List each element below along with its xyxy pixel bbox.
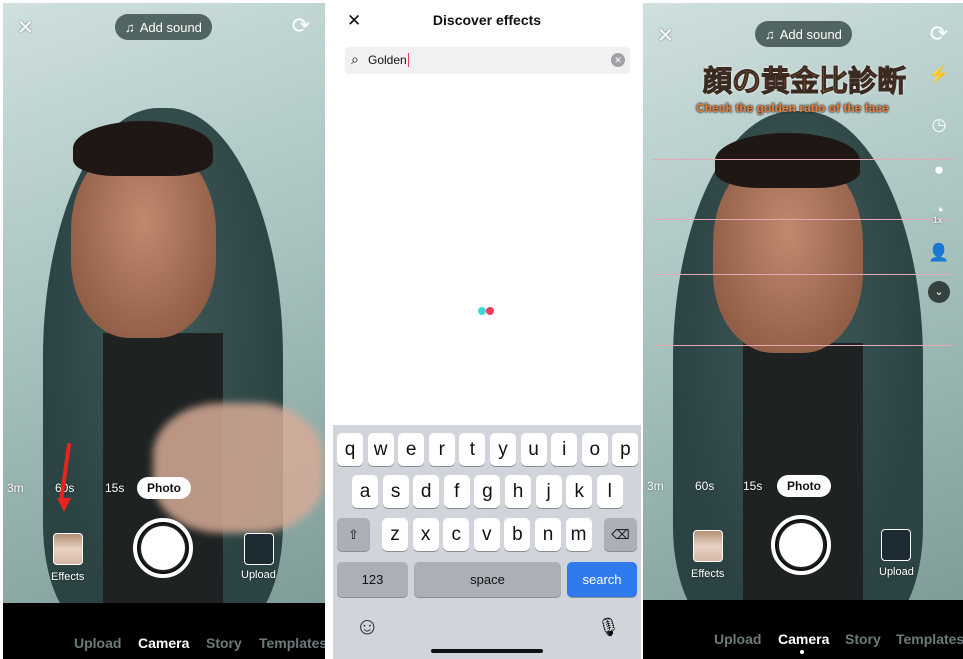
upload-label[interactable]: Upload (879, 566, 914, 578)
search-value: Golden (368, 53, 409, 67)
nav-story[interactable]: Story (845, 631, 881, 647)
active-nav-dot (800, 650, 804, 654)
key-u[interactable]: u (520, 433, 547, 466)
nav-templates[interactable]: Templates (259, 635, 325, 651)
duration-15s[interactable]: 15s (743, 479, 762, 493)
add-sound-button[interactable]: ♫ Add sound (115, 14, 212, 40)
guide-line (653, 219, 953, 220)
filters-icon[interactable]: ● (927, 160, 951, 180)
key-j[interactable]: j (535, 475, 562, 508)
duration-60s[interactable]: 60s (695, 479, 714, 493)
nav-story[interactable]: Story (206, 635, 242, 651)
photo-mode-button[interactable]: Photo (137, 477, 191, 499)
nav-upload[interactable]: Upload (714, 631, 761, 647)
nav-upload[interactable]: Upload (74, 635, 121, 651)
shutter-button[interactable] (133, 518, 193, 578)
home-indicator (431, 649, 543, 653)
page-title: Discover effects (432, 12, 542, 28)
guide-line (653, 274, 953, 275)
search-input[interactable]: ⌕ Golden ✕ (345, 47, 630, 74)
flip-camera-icon[interactable]: ⟳ (927, 21, 951, 47)
music-note-icon: ♫ (765, 26, 775, 42)
effect-title: 顔の黄金比診断 (702, 66, 907, 99)
red-arrow-head (57, 498, 71, 512)
microphone-icon[interactable]: 🎙 (597, 617, 620, 638)
key-s[interactable]: s (382, 475, 409, 508)
shift-key[interactable]: ⇧ (337, 518, 370, 551)
backspace-key[interactable]: ⌫ (604, 518, 637, 551)
key-k[interactable]: k (566, 475, 593, 508)
photo-mode-button[interactable]: Photo (777, 475, 831, 497)
emoji-icon[interactable]: ☺ (355, 613, 380, 641)
flip-camera-icon[interactable]: ⟳ (289, 13, 313, 39)
beauty-icon[interactable]: 👤 (927, 243, 951, 263)
guide-line (653, 345, 953, 346)
key-n[interactable]: n (535, 518, 561, 551)
effects-thumbnail[interactable] (693, 530, 723, 562)
key-p[interactable]: p (612, 433, 639, 466)
upload-label[interactable]: Upload (241, 569, 276, 581)
loading-dot-cyan (478, 307, 486, 315)
nav-camera[interactable]: Camera (138, 635, 189, 651)
upload-thumbnail[interactable] (881, 529, 911, 561)
key-t[interactable]: t (459, 433, 486, 466)
key-l[interactable]: l (596, 475, 623, 508)
close-icon[interactable]: ✕ (657, 23, 674, 48)
close-icon[interactable]: ✕ (17, 15, 34, 40)
timer-icon[interactable]: ◷ (927, 115, 951, 135)
hair (715, 133, 860, 188)
effects-thumbnail[interactable] (53, 533, 83, 565)
key-b[interactable]: b (504, 518, 531, 551)
flash-off-icon[interactable]: ⚡ (927, 65, 951, 85)
guide-line (653, 159, 953, 160)
hair (73, 121, 213, 176)
camera-preview (3, 3, 325, 628)
key-v[interactable]: v (473, 518, 500, 551)
nav-camera[interactable]: Camera (778, 631, 829, 647)
key-e[interactable]: e (398, 433, 425, 466)
key-d[interactable]: d (413, 475, 440, 508)
duration-3m[interactable]: 3m (7, 481, 24, 495)
upload-thumbnail[interactable] (244, 533, 274, 565)
speed-label: 1x (933, 215, 943, 225)
key-a[interactable]: a (352, 475, 378, 508)
search-icon: ⌕ (351, 51, 359, 67)
discover-effects-screen: ✕ Discover effects ⌕ Golden ✕ qwertyuiop… (333, 0, 641, 659)
key-w[interactable]: w (367, 433, 394, 466)
key-y[interactable]: y (490, 433, 516, 466)
clear-search-icon[interactable]: ✕ (611, 53, 625, 67)
search-key[interactable]: search (567, 562, 637, 597)
key-m[interactable]: m (565, 518, 592, 551)
key-x[interactable]: x (412, 518, 439, 551)
camera-screen-left: ✕ ♫Add sound ⟳ 3m 60s 15s Photo Effects … (3, 3, 325, 659)
nav-templates[interactable]: Templates (896, 631, 963, 647)
music-note-icon: ♫ (125, 19, 135, 35)
effects-label[interactable]: Effects (691, 568, 724, 580)
more-chevron-icon[interactable]: ⌄ (928, 281, 950, 303)
key-r[interactable]: r (428, 433, 455, 466)
key-c[interactable]: c (443, 518, 470, 551)
key-o[interactable]: o (581, 433, 608, 466)
effects-label[interactable]: Effects (51, 571, 84, 583)
key-q[interactable]: q (337, 433, 363, 466)
numbers-key[interactable]: 123 (337, 562, 408, 597)
keyboard: q w e r t y u i o p a s d f g h j k l z x c v b n m ⇧ ⌫ 123 space sear… (333, 425, 641, 659)
duration-3m[interactable]: 3m (647, 479, 664, 493)
loading-dot-red (486, 307, 494, 315)
add-sound-button[interactable]: ♫ Add sound (755, 21, 852, 47)
duration-15s[interactable]: 15s (105, 481, 124, 495)
key-h[interactable]: h (505, 475, 531, 508)
shutter-button[interactable] (771, 515, 831, 575)
key-f[interactable]: f (443, 475, 470, 508)
blurred-hand (153, 403, 323, 533)
key-g[interactable]: g (474, 475, 501, 508)
space-key[interactable]: space (414, 562, 561, 597)
effect-subtitle: Check the golden ratio of the face (696, 101, 889, 115)
key-i[interactable]: i (551, 433, 578, 466)
camera-screen-right: ✕ ♫ Add sound 顔の黄金比診断 Check the golden ra… (643, 3, 963, 659)
key-z[interactable]: z (382, 518, 408, 551)
